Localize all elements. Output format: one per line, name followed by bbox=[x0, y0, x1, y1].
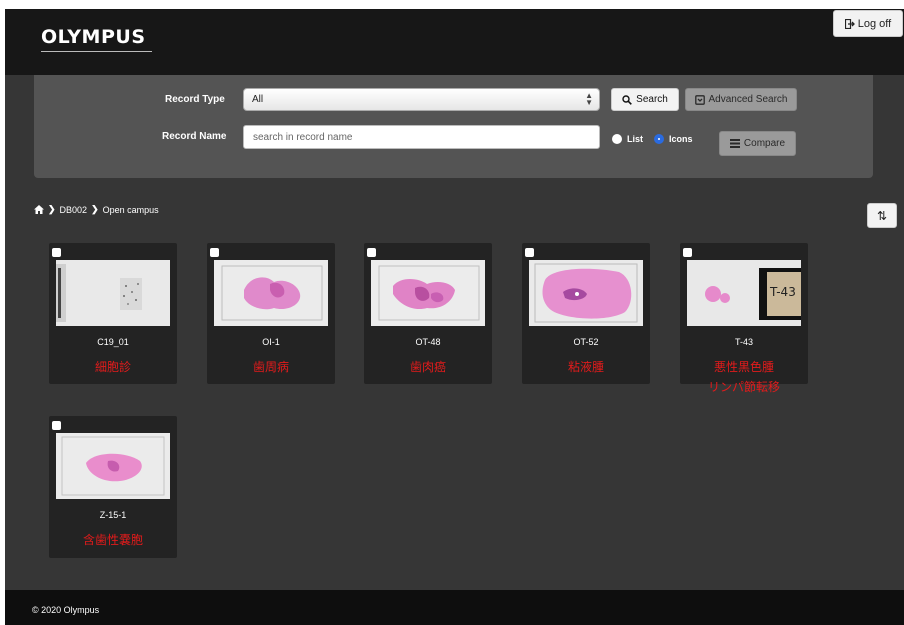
record-label-line: 悪性黒色腫 bbox=[713, 360, 774, 374]
slide-thumbnail[interactable] bbox=[529, 260, 643, 326]
record-label-red: 歯周病 bbox=[207, 357, 335, 377]
record-name: Z-15-1 bbox=[99, 510, 127, 520]
select-arrows-icon: ▲ ▼ bbox=[585, 91, 593, 107]
expand-box-icon bbox=[694, 94, 705, 105]
icons-radio[interactable] bbox=[654, 134, 665, 144]
breadcrumb: ❯ DB002 ❯ Open campus bbox=[34, 204, 159, 215]
record-checkbox[interactable] bbox=[210, 248, 219, 257]
record-label-line: 歯周病 bbox=[252, 360, 289, 374]
main-area: Record Type All ▲ ▼ Search Advanced Searc… bbox=[5, 75, 904, 590]
record-name: OI-1 bbox=[262, 337, 280, 347]
home-icon[interactable] bbox=[34, 205, 44, 214]
record-checkbox[interactable] bbox=[525, 248, 534, 257]
copyright-text: © 2020 Olympus bbox=[32, 605, 100, 615]
record-name: OT-48 bbox=[415, 337, 441, 347]
record-name-input[interactable] bbox=[243, 125, 600, 149]
svg-text:T-43: T-43 bbox=[769, 285, 796, 299]
record-name: OT-52 bbox=[573, 337, 599, 347]
refresh-icon: ⇅ bbox=[876, 208, 888, 223]
record-card-c19-01[interactable]: C19_01 細胞診 bbox=[49, 243, 177, 384]
record-checkbox[interactable] bbox=[52, 248, 61, 257]
record-name: T-43 bbox=[734, 337, 753, 347]
record-card-t-43[interactable]: T-43 T-43 悪性黒色腫 リンパ節転移 bbox=[680, 243, 808, 394]
record-label-red: 歯肉癌 bbox=[364, 357, 492, 377]
record-checkbox[interactable] bbox=[367, 248, 376, 257]
breadcrumb-folder[interactable]: Open campus bbox=[103, 205, 159, 215]
chevron-right-icon: ❯ bbox=[91, 204, 99, 214]
slide-thumbnail[interactable] bbox=[214, 260, 328, 326]
logoff-label: Log off bbox=[857, 17, 892, 30]
slide-image-ot-52 bbox=[529, 260, 643, 326]
record-type-value: All bbox=[252, 94, 264, 105]
compare-icon bbox=[729, 139, 740, 148]
record-checkbox[interactable] bbox=[683, 248, 692, 257]
refresh-button[interactable]: ⇅ bbox=[867, 203, 897, 228]
slide-thumbnail[interactable] bbox=[56, 433, 170, 499]
compare-button[interactable]: Compare bbox=[719, 131, 796, 156]
search-button-label: Search bbox=[636, 94, 668, 105]
record-label-line: リンパ節転移 bbox=[707, 380, 780, 394]
view-mode-toggle: List Icons bbox=[612, 134, 693, 144]
record-card-z-15-1[interactable]: Z-15-1 含歯性嚢胞 bbox=[49, 416, 177, 558]
chevron-right-icon: ❯ bbox=[48, 204, 56, 214]
record-label-line: 細胞診 bbox=[94, 360, 131, 374]
record-card-ot-52[interactable]: OT-52 粘液腫 bbox=[522, 243, 650, 384]
slide-thumbnail[interactable]: T-43 bbox=[687, 260, 801, 326]
slide-image-ot-48 bbox=[371, 260, 485, 326]
slide-image-c19-01 bbox=[56, 260, 170, 326]
record-type-label: Record Type bbox=[165, 94, 225, 105]
record-name-label: Record Name bbox=[162, 131, 227, 142]
record-card-oi-1[interactable]: OI-1 歯周病 bbox=[207, 243, 335, 384]
advanced-search-label: Advanced Search bbox=[708, 94, 788, 105]
slide-image-oi-1 bbox=[214, 260, 328, 326]
record-card-ot-48[interactable]: OT-48 歯肉癌 bbox=[364, 243, 492, 384]
logoff-button[interactable]: Log off bbox=[833, 10, 903, 37]
icons-radio-label: Icons bbox=[669, 134, 693, 144]
logo-underline bbox=[41, 51, 152, 52]
app-header: OLYMPUS Log off bbox=[5, 9, 904, 75]
advanced-search-button[interactable]: Advanced Search bbox=[685, 88, 797, 111]
breadcrumb-db[interactable]: DB002 bbox=[60, 205, 88, 215]
compare-button-label: Compare bbox=[743, 138, 786, 149]
record-type-select[interactable]: All ▲ ▼ bbox=[243, 88, 600, 111]
record-label-red: 悪性黒色腫 リンパ節転移 bbox=[680, 357, 808, 397]
record-name: C19_01 bbox=[97, 337, 129, 347]
list-radio[interactable] bbox=[612, 134, 622, 144]
slide-image-t-43: T-43 bbox=[687, 260, 801, 326]
logout-icon bbox=[844, 18, 855, 29]
slide-image-z-15-1 bbox=[56, 433, 170, 499]
record-label-red: 細胞診 bbox=[49, 357, 177, 377]
search-icon bbox=[622, 94, 633, 105]
search-button[interactable]: Search bbox=[611, 88, 679, 111]
search-panel: Record Type All ▲ ▼ Search Advanced Searc… bbox=[34, 75, 873, 178]
record-checkbox[interactable] bbox=[52, 421, 61, 430]
record-label-red: 粘液腫 bbox=[522, 357, 650, 377]
list-radio-label: List bbox=[627, 134, 644, 144]
record-label-red: 含歯性嚢胞 bbox=[49, 530, 177, 550]
record-label-line: 含歯性嚢胞 bbox=[82, 533, 143, 547]
record-label-line: 粘液腫 bbox=[567, 360, 604, 374]
slide-thumbnail[interactable] bbox=[371, 260, 485, 326]
slide-thumbnail[interactable] bbox=[56, 260, 170, 326]
olympus-logo: OLYMPUS bbox=[41, 26, 146, 48]
record-label-line: 歯肉癌 bbox=[409, 360, 446, 374]
top-strip bbox=[0, 0, 904, 9]
footer: © 2020 Olympus bbox=[5, 590, 904, 625]
